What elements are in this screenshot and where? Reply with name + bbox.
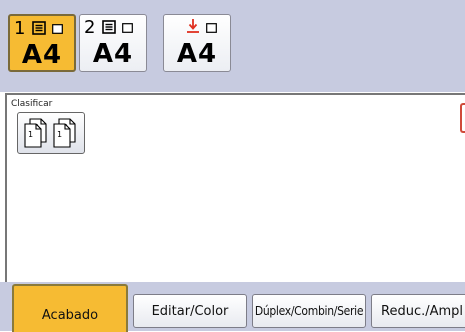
tray-paper-size: A4 <box>21 40 63 70</box>
partial-option-button[interactable] <box>460 103 465 133</box>
tray-paper-size: A4 <box>176 39 218 69</box>
svg-text:1: 1 <box>28 130 33 139</box>
tab-reduce-enlarge[interactable]: Reduc./Ampl <box>371 294 465 328</box>
tab-bar: Acabado Editar/Color Dúplex/Combin/Serie… <box>0 282 465 332</box>
tray-2-button[interactable]: 2 A4 <box>79 14 147 72</box>
paper-tray-icon <box>32 21 46 35</box>
tray-number: 1 <box>14 18 26 39</box>
paper-orientation-icon <box>52 24 63 34</box>
tray-1-button[interactable]: 1 A4 <box>8 14 76 72</box>
tab-label: Editar/Color <box>151 303 229 319</box>
tab-edit-color[interactable]: Editar/Color <box>133 294 247 328</box>
tab-duplex-combine-series[interactable]: Dúplex/Combin/Serie <box>252 294 366 328</box>
paper-tray-bar: 1 A4 2 A4 A4 <box>0 0 465 92</box>
tab-finishing[interactable]: Acabado <box>12 284 128 332</box>
finishing-panel: Clasificar 2 1 2 1 <box>5 93 465 291</box>
tab-label: Dúplex/Combin/Serie <box>254 304 364 318</box>
paper-orientation-icon <box>122 23 133 33</box>
sort-section-label: Clasificar <box>11 99 53 109</box>
tray-paper-size: A4 <box>92 39 134 69</box>
paper-orientation-icon <box>206 23 217 33</box>
tab-label: Reduc./Ampl <box>381 303 464 319</box>
sort-button[interactable]: 2 1 2 1 <box>17 112 85 154</box>
tab-label: Acabado <box>41 307 99 323</box>
bypass-tray-button[interactable]: A4 <box>163 14 231 72</box>
paper-tray-icon <box>102 20 116 34</box>
tray-number: 2 <box>84 17 96 38</box>
svg-text:1: 1 <box>57 130 62 139</box>
sort-pages-icon: 2 1 2 1 <box>24 118 76 148</box>
bypass-tray-icon <box>187 19 199 33</box>
